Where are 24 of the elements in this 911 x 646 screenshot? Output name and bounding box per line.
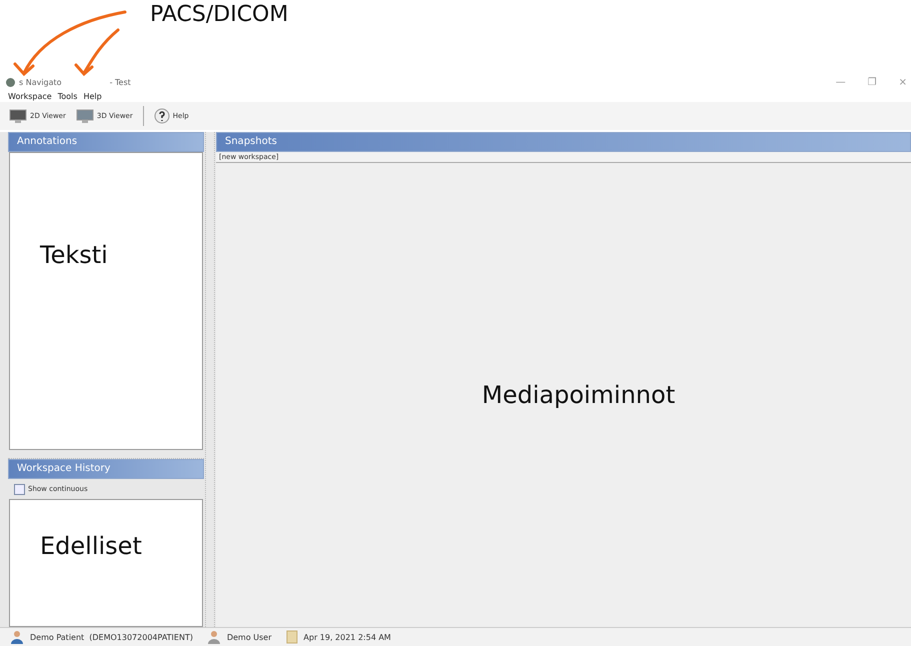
app-logo-icon — [6, 78, 15, 87]
menu-item[interactable]: Workspace — [8, 92, 52, 100]
checkbox[interactable] — [14, 484, 25, 494]
calendar-icon — [286, 630, 298, 644]
callout-label: Mediapoiminnot — [482, 381, 676, 409]
status-text: Apr 19, 2021 2:54 AM — [304, 632, 391, 642]
panel-header: Workspace History — [8, 459, 204, 479]
person-icon — [206, 630, 221, 644]
status-text: Demo User — [226, 632, 272, 642]
person-icon — [10, 630, 24, 644]
help-icon — [154, 108, 170, 124]
callout-label: PACS/DICOM — [150, 2, 288, 27]
callout-label: Edelliset — [40, 532, 142, 560]
splitter[interactable] — [205, 132, 215, 627]
panel-header: Snapshots — [216, 132, 911, 152]
monitor-icon — [76, 109, 94, 123]
callout-label: Teksti — [40, 241, 108, 269]
panel-header: Annotations — [8, 132, 204, 152]
status-text: Demo Patient (DEMO13072004PATIENT) — [30, 632, 193, 642]
window-title: - Test — [110, 78, 131, 87]
menu-item[interactable]: Tools — [58, 92, 78, 100]
monitor-icon — [9, 109, 27, 123]
window-title: s Navigato — [19, 78, 62, 87]
menu-item[interactable]: Help — [83, 92, 102, 100]
